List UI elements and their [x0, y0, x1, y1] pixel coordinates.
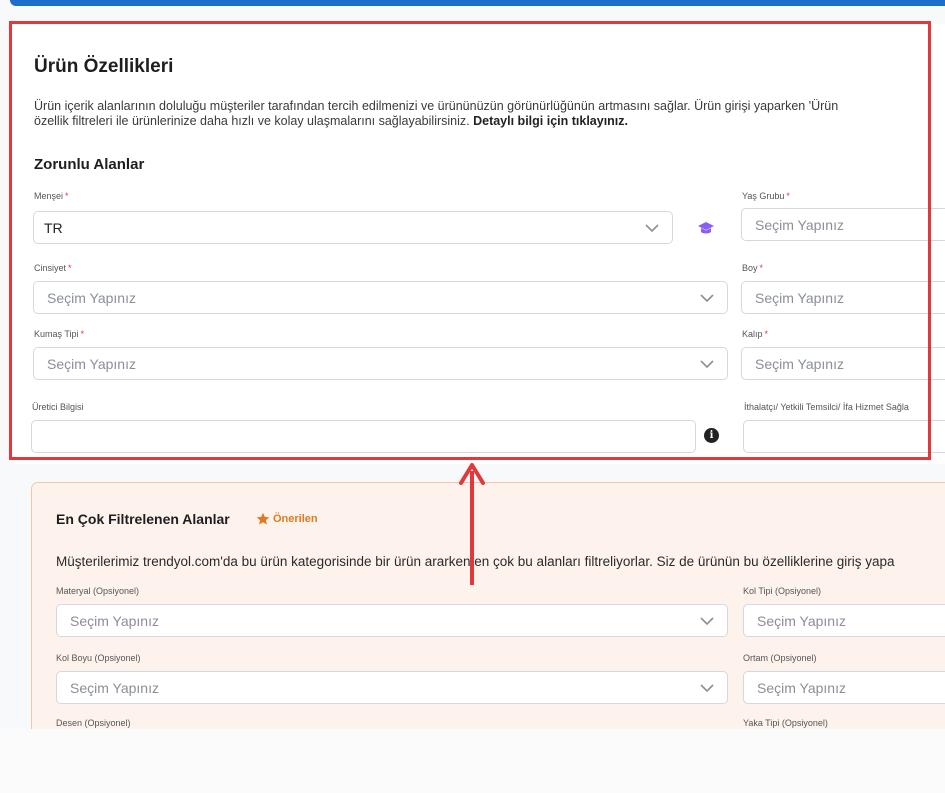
chevron-down-icon [699, 290, 715, 306]
yas-grubu-label: Yaş Grubu * [742, 191, 790, 201]
kol-boyu-select[interactable]: Seçim Yapınız [56, 671, 728, 704]
mensei-select[interactable]: TR [33, 211, 673, 244]
ithalatci-label: İthalatçı/ Yetkili Temsilci/ İfa Hizmet … [744, 402, 909, 412]
product-attributes-card [10, 24, 945, 464]
mensei-value: TR [44, 219, 63, 236]
chevron-down-icon [699, 680, 715, 696]
kumas-tipi-select[interactable]: Seçim Yapınız [33, 347, 728, 380]
materyal-label: Materyal (Opsiyonel) [56, 586, 140, 596]
chevron-down-icon [699, 356, 715, 372]
desen-label: Desen (Opsiyonel) [56, 718, 131, 728]
section-title: Ürün Özellikleri [34, 56, 174, 77]
up-arrow-annotation [456, 461, 488, 587]
cinsiyet-label: Cinsiyet * [34, 263, 72, 273]
materyal-select[interactable]: Seçim Yapınız [56, 604, 728, 637]
required-fields-title: Zorunlu Alanlar [34, 156, 145, 173]
recommended-badge: Önerilen [273, 513, 318, 525]
top-accent-bar [10, 0, 945, 6]
yas-grubu-placeholder: Seçim Yapınız [755, 216, 844, 233]
kalip-placeholder: Seçim Yapınız [755, 355, 844, 372]
ortam-label: Ortam (Opsiyonel) [743, 653, 817, 663]
kol-tipi-placeholder: Seçim Yapınız [757, 612, 846, 629]
ortam-placeholder: Seçim Yapınız [757, 679, 846, 696]
recommended-title: En Çok Filtrelenen Alanlar [56, 511, 230, 527]
star-icon [256, 512, 270, 526]
kumas-tipi-placeholder: Seçim Yapınız [47, 355, 136, 372]
graduation-cap-icon[interactable] [697, 220, 715, 236]
chevron-down-icon [699, 613, 715, 629]
description-line-2: özellik filtreleri ile ürünlerinize daha… [34, 114, 470, 128]
boy-label: Boy * [742, 263, 764, 273]
info-icon[interactable]: i [704, 428, 719, 443]
ortam-select[interactable]: Seçim Yapınız [743, 671, 945, 704]
bottom-blank-area [0, 729, 945, 793]
kol-boyu-label: Kol Boyu (Opsiyonel) [56, 653, 141, 663]
uretici-input[interactable] [31, 420, 696, 453]
boy-placeholder: Seçim Yapınız [755, 289, 844, 306]
kol-tipi-select[interactable]: Seçim Yapınız [743, 604, 945, 637]
uretici-label: Üretici Bilgisi [32, 402, 84, 412]
mensei-label: Menşei * [34, 191, 69, 201]
yas-grubu-select[interactable]: Seçim Yapınız [741, 208, 945, 241]
ithalatci-input[interactable] [743, 420, 945, 453]
kol-boyu-placeholder: Seçim Yapınız [70, 679, 159, 696]
recommended-description: Müşterilerimiz trendyol.com'da bu ürün k… [56, 554, 895, 569]
kumas-tipi-label: Kumaş Tipi * [34, 329, 85, 339]
cinsiyet-select[interactable]: Seçim Yapınız [33, 281, 728, 314]
description-line-1: Ürün içerik alanlarının doluluğu müşteri… [34, 99, 839, 113]
materyal-placeholder: Seçim Yapınız [70, 612, 159, 629]
chevron-down-icon [644, 220, 660, 236]
yaka-tipi-label: Yaka Tipi (Opsiyonel) [743, 718, 828, 728]
kalip-label: Kalıp * [742, 329, 769, 339]
detail-info-link[interactable]: Detaylı bilgi için tıklayınız. [473, 114, 628, 128]
boy-select[interactable]: Seçim Yapınız [741, 281, 945, 314]
kol-tipi-label: Kol Tipi (Opsiyonel) [743, 586, 822, 596]
kalip-select[interactable]: Seçim Yapınız [741, 347, 945, 380]
section-description: Ürün içerik alanlarının doluluğu müşteri… [34, 99, 939, 129]
cinsiyet-placeholder: Seçim Yapınız [47, 289, 136, 306]
